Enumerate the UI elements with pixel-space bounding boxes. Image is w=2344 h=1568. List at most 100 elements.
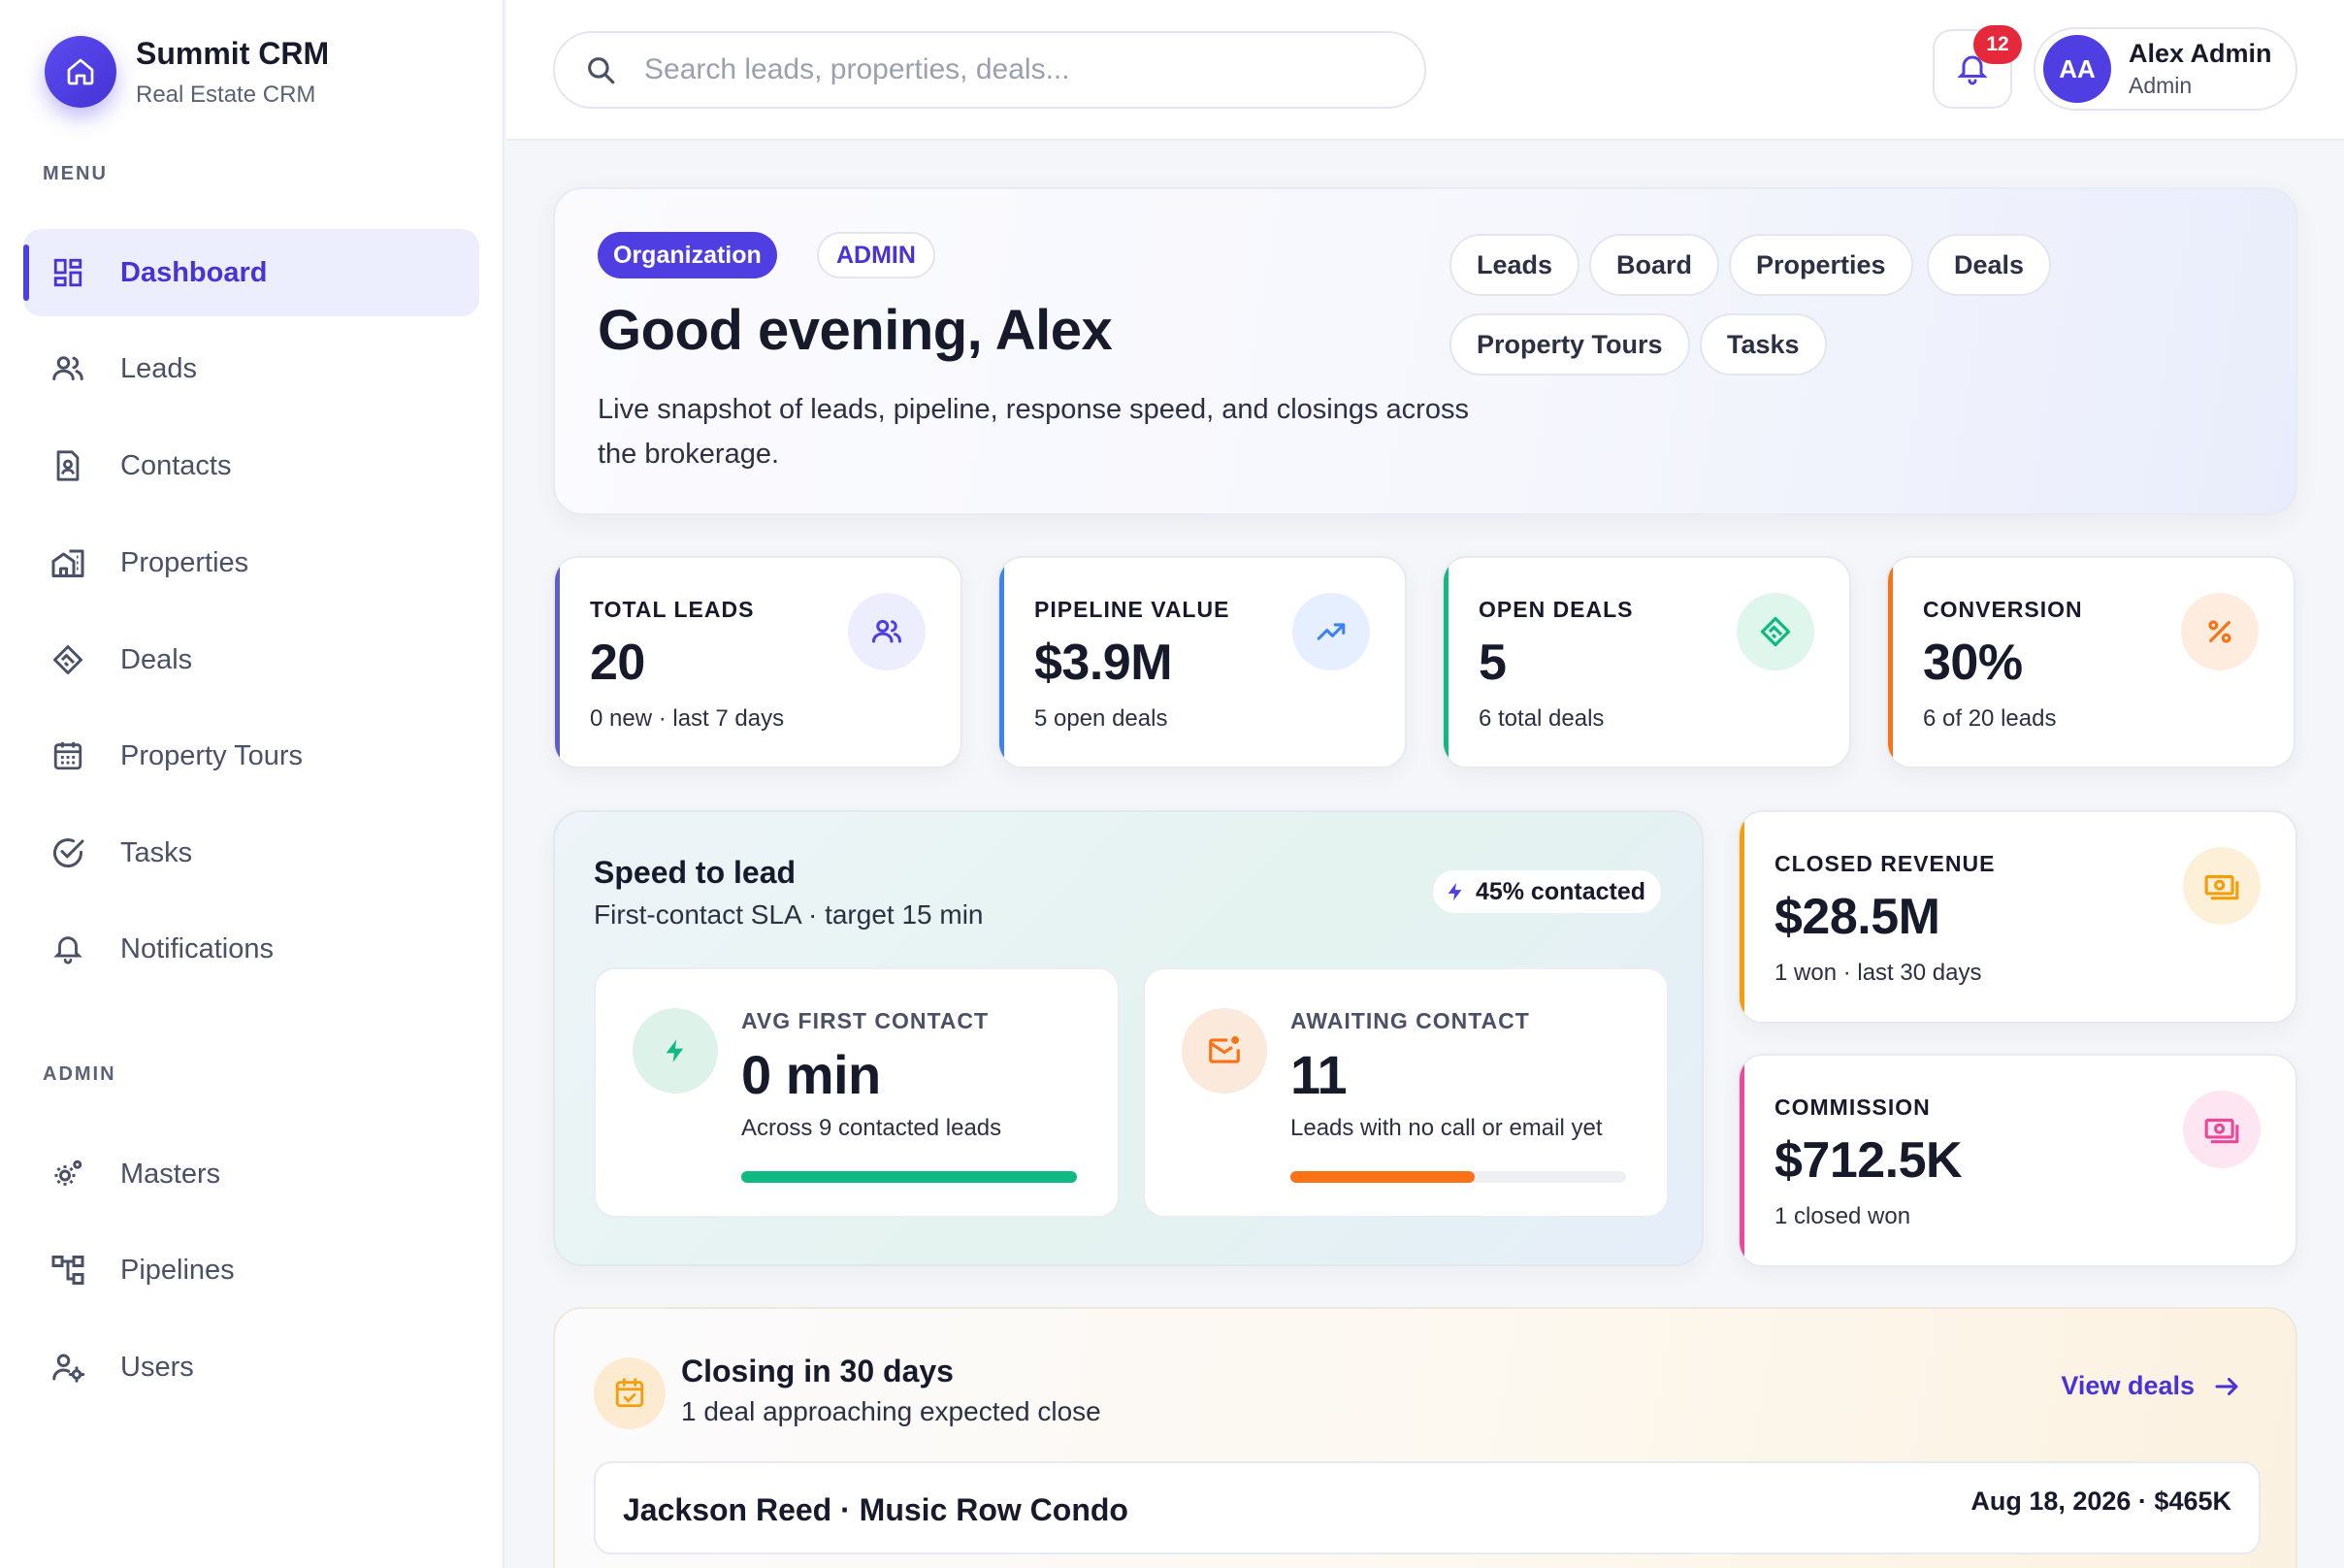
- home-icon: [45, 36, 116, 109]
- panel-subtitle: First-contact SLA · target 15 min: [594, 899, 984, 930]
- kpi-card-conversion[interactable]: CONVERSION 30% 6 of 20 leads: [1886, 556, 2295, 768]
- sidebar-item-label: Users: [120, 1351, 194, 1383]
- calendar-check-icon: [594, 1357, 666, 1429]
- cash-icon: [2183, 847, 2261, 925]
- progress-fill: [1290, 1171, 1476, 1183]
- kpi-label: CLOSED REVENUE: [1774, 851, 1996, 876]
- sidebar-item-label: Pipelines: [120, 1254, 235, 1286]
- calendar-icon: [49, 736, 87, 775]
- sidebar-item-pipelines[interactable]: Pipelines: [23, 1226, 479, 1314]
- kpi-footnote: 1 won · last 30 days: [1774, 960, 1982, 986]
- building-icon: [49, 543, 87, 582]
- kpi-value: $3.9M: [1034, 635, 1173, 691]
- kpi-label: TOTAL LEADS: [590, 597, 755, 622]
- sidebar-item-tasks[interactable]: Tasks: [23, 809, 479, 897]
- kpi-card-commission[interactable]: COMMISSION $712.5K 1 closed won: [1738, 1054, 2297, 1267]
- kpi-footnote: 1 closed won: [1774, 1203, 1911, 1229]
- dashboard-icon: [49, 253, 87, 292]
- check-circle-icon: [49, 833, 87, 872]
- cash-icon: [2183, 1091, 2261, 1168]
- contacted-badge-label: 45% contacted: [1475, 877, 1645, 905]
- kpi-footnote: 0 new · last 7 days: [590, 705, 785, 732]
- sidebar-item-label: Tasks: [120, 836, 193, 868]
- quick-link-tasks[interactable]: Tasks: [1700, 313, 1827, 376]
- top-bar: 12 AA Alex Admin Admin: [506, 0, 2344, 141]
- trending-up-icon: [1292, 593, 1370, 670]
- kpi-card-total-leads[interactable]: TOTAL LEADS 20 0 new · last 7 days: [553, 556, 962, 768]
- closing-soon-panel: Closing in 30 days 1 deal approaching ex…: [553, 1307, 2297, 1568]
- metric-value: 0 min: [741, 1044, 881, 1105]
- kpi-card-pipeline-value[interactable]: PIPELINE VALUE $3.9M 5 open deals: [997, 556, 1407, 768]
- view-deals-link[interactable]: View deals: [2061, 1371, 2241, 1401]
- sidebar-item-label: Leads: [120, 352, 198, 384]
- bell-icon: [49, 930, 87, 968]
- sidebar-item-properties[interactable]: Properties: [23, 519, 479, 606]
- user-menu[interactable]: AA Alex Admin Admin: [2034, 27, 2297, 111]
- sidebar-item-deals[interactable]: Deals: [23, 616, 479, 703]
- kpi-card-open-deals[interactable]: OPEN DEALS 5 6 total deals: [1442, 556, 1851, 768]
- panel-title: Speed to lead: [594, 855, 797, 890]
- menu-heading: MENU: [43, 163, 108, 184]
- view-deals-label: View deals: [2061, 1371, 2195, 1400]
- metric-value: 11: [1290, 1044, 1348, 1105]
- kpi-label: COMMISSION: [1774, 1094, 1931, 1120]
- avg-first-contact-card: AVG FIRST CONTACT 0 min Across 9 contact…: [594, 967, 1120, 1218]
- kpi-label: CONVERSION: [1923, 597, 2083, 622]
- brand-subtitle: Real Estate CRM: [136, 82, 316, 109]
- users-icon: [49, 349, 87, 388]
- quick-link-property-tours[interactable]: Property Tours: [1449, 313, 1690, 376]
- kpi-footnote: 6 of 20 leads: [1923, 705, 2057, 732]
- sidebar-item-masters[interactable]: Masters: [23, 1130, 479, 1218]
- sidebar-item-notifications[interactable]: Notifications: [23, 905, 479, 993]
- progress-track: [741, 1171, 1077, 1183]
- kpi-label: PIPELINE VALUE: [1034, 597, 1230, 622]
- quick-link-leads[interactable]: Leads: [1449, 234, 1580, 296]
- sidebar-item-label: Dashboard: [120, 256, 268, 288]
- admin-heading: ADMIN: [43, 1063, 116, 1085]
- sidebar-item-label: Properties: [120, 546, 249, 578]
- sidebar: Summit CRM Real Estate CRM MENU Dashboar…: [0, 0, 505, 1568]
- sidebar-item-label: Masters: [120, 1158, 221, 1190]
- quick-link-properties[interactable]: Properties: [1729, 234, 1913, 296]
- sidebar-item-property-tours[interactable]: Property Tours: [23, 712, 479, 800]
- sidebar-item-dashboard[interactable]: Dashboard: [23, 229, 479, 316]
- deal-name: Jackson Reed · Music Row Condo: [623, 1492, 1128, 1527]
- sidebar-item-contacts[interactable]: Contacts: [23, 422, 479, 509]
- awaiting-contact-card: AWAITING CONTACT 11 Leads with no call o…: [1143, 967, 1669, 1218]
- kpi-value: 5: [1479, 635, 1507, 691]
- percent-icon: [2181, 593, 2259, 670]
- brand[interactable]: Summit CRM Real Estate CRM: [45, 35, 329, 109]
- progress-fill: [741, 1171, 1077, 1183]
- sidebar-item-label: Deals: [120, 643, 193, 675]
- user-name: Alex Admin: [2129, 39, 2272, 68]
- kpi-label: OPEN DEALS: [1479, 597, 1634, 622]
- welcome-banner: Organization ADMIN Good evening, Alex Li…: [553, 187, 2297, 515]
- avatar: AA: [2043, 35, 2111, 103]
- contact-card-icon: [49, 446, 87, 485]
- kpi-value: $712.5K: [1774, 1132, 1963, 1189]
- metric-label: AVG FIRST CONTACT: [741, 1008, 990, 1033]
- sidebar-item-label: Notifications: [120, 932, 274, 964]
- speed-to-lead-panel: Speed to lead First-contact SLA · target…: [553, 810, 1704, 1266]
- quick-link-board[interactable]: Board: [1589, 234, 1720, 296]
- search-box[interactable]: [553, 31, 1426, 109]
- contacted-badge: 45% contacted: [1432, 870, 1661, 913]
- metric-footnote: Across 9 contacted leads: [741, 1115, 1002, 1141]
- kpi-footnote: 6 total deals: [1479, 705, 1605, 732]
- organization-badge: Organization: [598, 232, 777, 278]
- search-icon: [584, 53, 617, 86]
- kpi-card-closed-revenue[interactable]: CLOSED REVENUE $28.5M 1 won · last 30 da…: [1738, 810, 2297, 1024]
- users-icon: [848, 593, 926, 670]
- search-input[interactable]: [644, 53, 1382, 86]
- sidebar-item-users[interactable]: Users: [23, 1323, 479, 1411]
- panel-subtitle: 1 deal approaching expected close: [681, 1396, 1101, 1426]
- arrow-right-icon: [2195, 1372, 2241, 1401]
- user-role: Admin: [2129, 73, 2193, 98]
- kpi-footnote: 5 open deals: [1034, 705, 1168, 732]
- role-badge: ADMIN: [817, 232, 935, 278]
- handshake-icon: [1737, 593, 1814, 670]
- sidebar-item-leads[interactable]: Leads: [23, 325, 479, 412]
- deal-row[interactable]: Jackson Reed · Music Row Condo Aug 18, 2…: [594, 1461, 2261, 1554]
- quick-link-deals[interactable]: Deals: [1927, 234, 2052, 296]
- sidebar-item-label: Property Tours: [120, 739, 304, 771]
